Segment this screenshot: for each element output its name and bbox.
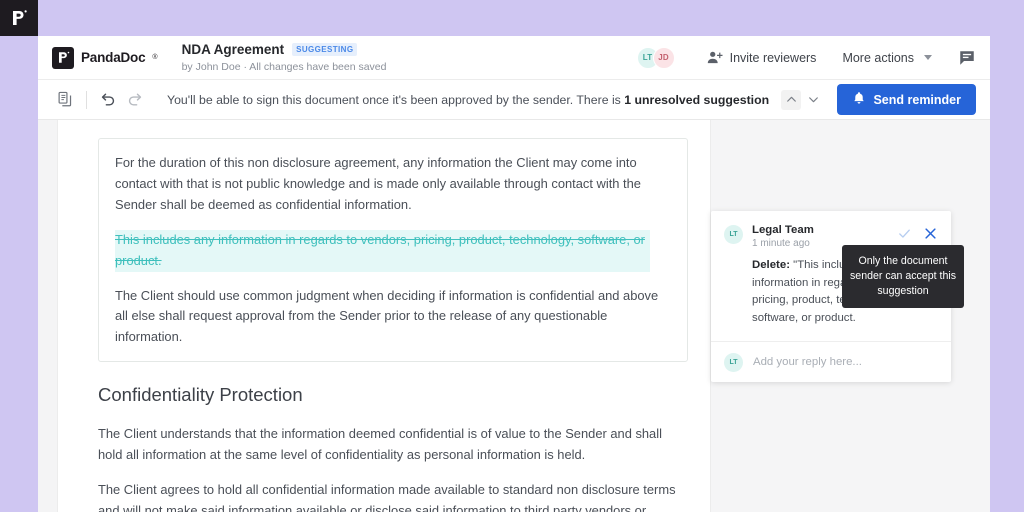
comment-action-label: Delete: [752, 259, 790, 271]
comment-author-name: Legal Team [752, 224, 814, 236]
more-actions-button[interactable]: More actions [829, 44, 945, 72]
header-actions: LT JD Invite reviewers More actions [636, 44, 990, 72]
bell-icon [852, 91, 866, 108]
comment-timestamp: 1 minute ago [752, 238, 810, 249]
left-rail [38, 120, 58, 512]
redo-arrow-icon[interactable] [121, 87, 147, 113]
suggested-deletion-text[interactable]: This includes any information in regards… [115, 229, 650, 272]
pandadoc-app-window: PandaDoc ® NDA Agreement SUGGESTING by J… [38, 36, 990, 512]
document-canvas[interactable]: For the duration of this non disclosure … [58, 120, 710, 512]
notice-count: 1 unresolved suggestion [624, 92, 770, 107]
invite-reviewers-label: Invite reviewers [729, 50, 817, 65]
undo-arrow-icon[interactable] [95, 87, 121, 113]
suggestion-highlight-block[interactable]: For the duration of this non disclosure … [98, 138, 688, 363]
comment-actions [897, 224, 938, 241]
paragraph-2: The Client should use common judgment wh… [115, 287, 659, 345]
more-actions-label: More actions [842, 50, 914, 65]
collaborator-avatars[interactable]: LT JD [636, 46, 675, 69]
pandadoc-corner-badge[interactable] [0, 0, 38, 36]
suggestion-comment-card[interactable]: LT Legal Team 1 minute ago Delete: "This… [711, 211, 964, 382]
pandadoc-logo-icon [9, 8, 29, 28]
reply-author-avatar: LT [724, 352, 743, 372]
document-content: For the duration of this non disclosure … [58, 120, 710, 512]
checkmark-icon[interactable] [897, 226, 912, 241]
suggestion-nav [781, 89, 823, 110]
section-heading: Confidentiality Protection [98, 384, 303, 406]
document-subtitle: by John Doe · All changes have been save… [181, 60, 387, 73]
brand-name: PandaDoc [81, 50, 146, 65]
pandadoc-mark-icon [52, 46, 74, 69]
toolbar-divider [86, 90, 87, 109]
brand-trademark: ® [152, 54, 158, 61]
send-reminder-label: Send reminder [873, 92, 961, 107]
chevron-down-icon [924, 55, 932, 60]
person-add-icon [706, 49, 723, 66]
app-body: For the duration of this non disclosure … [38, 120, 990, 512]
paragraph-1: For the duration of this non disclosure … [115, 155, 641, 212]
confidentiality-section: Confidentiality Protection The Client un… [98, 384, 688, 512]
invite-reviewers-button[interactable]: Invite reviewers [693, 44, 830, 72]
comment-header: LT Legal Team 1 minute ago [711, 211, 951, 249]
page-title: NDA Agreement [181, 41, 285, 57]
scroll-cut-spacer [98, 120, 710, 129]
accept-disabled-tooltip: Only the document sender can accept this… [842, 245, 964, 309]
duplicate-document-icon[interactable] [52, 87, 78, 113]
document-meta: NDA Agreement SUGGESTING by John Doe · A… [182, 42, 387, 73]
brand-logo-group[interactable]: PandaDoc ® [52, 46, 158, 69]
notice-toolbar: You'll be able to sign this document onc… [38, 80, 990, 120]
john-doe-avatar[interactable]: JD [652, 46, 675, 69]
chevron-up-icon[interactable] [781, 89, 802, 110]
notice-text: You'll be able to sign this document onc… [167, 92, 770, 107]
screenshot-stage: PandaDoc ® NDA Agreement SUGGESTING by J… [0, 0, 1024, 512]
reply-input-row[interactable]: LT Add your reply here... [711, 340, 951, 382]
unresolved-suggestion-notice: You'll be able to sign this document onc… [167, 89, 823, 110]
app-header: PandaDoc ® NDA Agreement SUGGESTING by J… [38, 36, 990, 80]
comment-author-block: Legal Team 1 minute ago [752, 224, 814, 249]
send-reminder-button[interactable]: Send reminder [837, 84, 976, 115]
comments-sidebar: LT Legal Team 1 minute ago Delete: "This… [710, 120, 990, 512]
close-x-icon[interactable] [923, 226, 938, 241]
reply-input-placeholder[interactable]: Add your reply here... [753, 356, 862, 368]
chevron-down-icon-nav[interactable] [803, 90, 823, 110]
paragraph-3: The Client understands that the informat… [98, 426, 662, 463]
comments-button[interactable] [945, 44, 976, 72]
paragraph-4: The Client agrees to hold all confidenti… [98, 482, 676, 512]
comment-bubble-icon [958, 49, 976, 67]
comment-author-avatar: LT [724, 225, 743, 244]
status-badge: SUGGESTING [292, 43, 358, 57]
